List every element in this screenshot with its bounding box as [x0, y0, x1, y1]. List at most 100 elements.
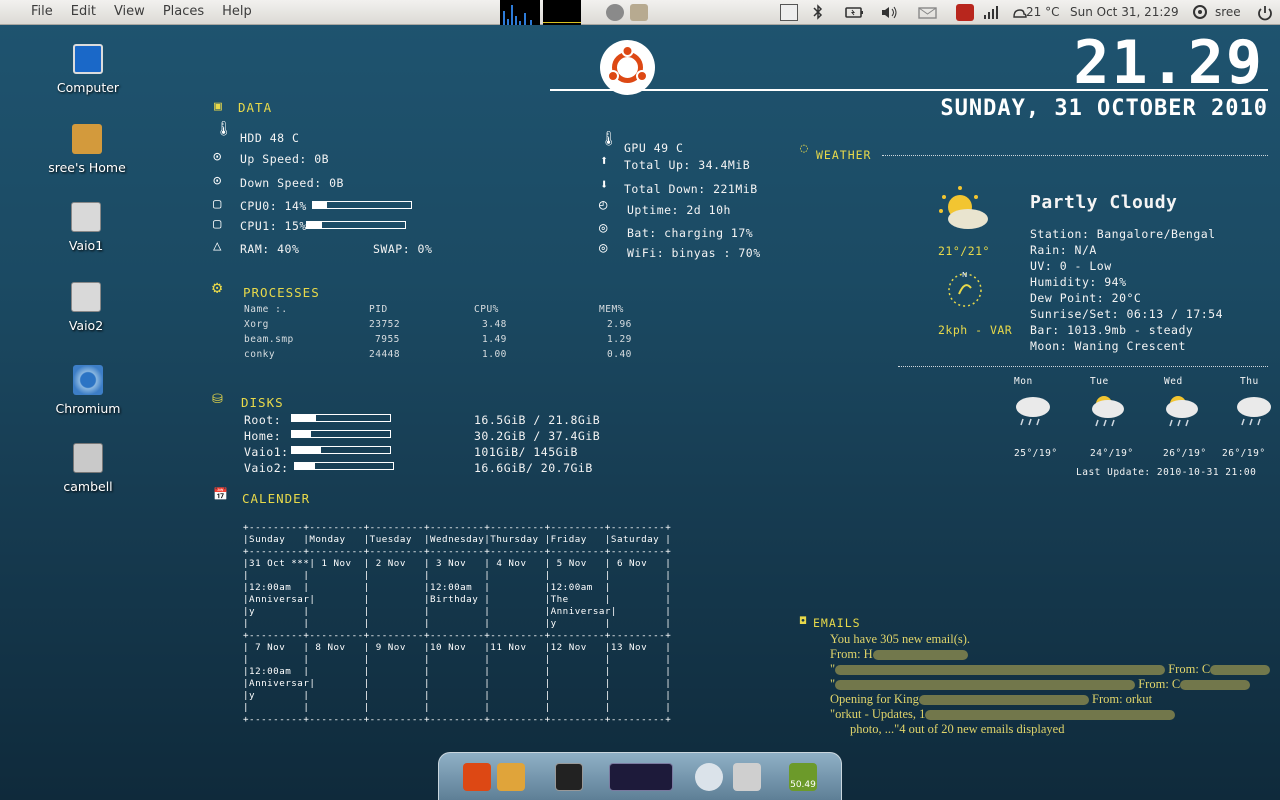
- desktop-icon-label: cambell: [63, 479, 113, 494]
- disk-value-vaio2: 16.6GiB/ 20.7GiB: [474, 461, 593, 475]
- process-header-mem: MEM%: [599, 304, 624, 315]
- email-line: From: H: [830, 647, 968, 662]
- menu-view[interactable]: View: [105, 4, 154, 19]
- chromium-icon: [73, 365, 103, 395]
- data-section-icon: ▣: [214, 99, 223, 114]
- download-icon: ⊙: [213, 173, 222, 189]
- ram-icon: △: [213, 238, 222, 254]
- cpu1-usage: CPU1: 15%: [240, 219, 307, 233]
- total-up: Total Up: 34.4MiB: [624, 158, 751, 172]
- process-row-mem: 0.40: [607, 349, 632, 360]
- disk-bar-home: [291, 430, 391, 438]
- total-up-arrow-icon: ⬆: [600, 153, 609, 169]
- menu-help[interactable]: Help: [213, 4, 261, 19]
- weather-section-title: WEATHER: [816, 148, 872, 162]
- power-icon[interactable]: [1256, 4, 1274, 21]
- gpu-temp: GPU 49 C: [624, 141, 684, 155]
- weather-section-icon: ◌: [800, 141, 809, 156]
- email-summary: You have 305 new email(s).: [830, 632, 971, 646]
- battery-status: Bat: charging 17%: [627, 226, 754, 240]
- home-folder-icon[interactable]: [497, 763, 525, 791]
- desktop-icon-vaio2[interactable]: Vaio2: [36, 282, 136, 333]
- workspace-switcher[interactable]: [609, 763, 673, 791]
- drive-link-icon: [73, 443, 103, 473]
- disk-label-home: Home:: [244, 429, 282, 443]
- tray-clock[interactable]: Sun Oct 31, 21:29: [1070, 5, 1179, 19]
- tray-temperature[interactable]: 21 °C: [1026, 5, 1059, 19]
- wifi-icon: ◎: [599, 240, 608, 256]
- system-load-icon[interactable]: 50.49: [789, 763, 817, 791]
- network-monitor-graph[interactable]: [500, 0, 540, 25]
- update-notifier-icon[interactable]: [780, 4, 798, 21]
- forecast-temps: 24°/19°: [1090, 448, 1134, 459]
- weather-detail: Moon: Waning Crescent: [1030, 339, 1186, 353]
- partly-cloudy-icon: [938, 185, 992, 238]
- clock-divider: [550, 89, 1268, 91]
- disks-icon: ⛁: [212, 392, 224, 407]
- desktop-icon-cambell[interactable]: cambell: [38, 443, 138, 494]
- process-row-name: conky: [244, 349, 276, 360]
- cpu0-icon: ▢: [213, 196, 222, 212]
- menu-file[interactable]: File: [22, 4, 62, 19]
- mail-icon[interactable]: [918, 4, 937, 21]
- sun-rain-cloud-icon: [1086, 392, 1126, 431]
- weather-detail: Bar: 1013.9mb - steady: [1030, 323, 1194, 337]
- disk-bar-root: [291, 414, 391, 422]
- tray-user-name[interactable]: sree: [1215, 5, 1241, 19]
- trash-icon[interactable]: [733, 763, 761, 791]
- forecast-divider: [898, 366, 1268, 367]
- weather-detail: Station: Bangalore/Bengal: [1030, 227, 1216, 241]
- terminal-icon[interactable]: [555, 763, 583, 791]
- rain-cloud-icon: [1234, 392, 1274, 431]
- process-row-cpu: 3.48: [482, 319, 507, 330]
- process-row-cpu: 1.00: [482, 349, 507, 360]
- ubuntu-menu-icon[interactable]: [463, 763, 491, 791]
- conky-clock-time: 21.29: [1073, 28, 1264, 98]
- sun-rain-cloud-icon: [1160, 392, 1200, 431]
- forecast-temps: 26°/19°: [1222, 448, 1266, 459]
- desktop-icon-chromium[interactable]: Chromium: [38, 365, 138, 416]
- desktop-icon-label: Computer: [56, 80, 120, 95]
- gpu-thermometer-icon: 🌡: [600, 131, 619, 147]
- ram-usage: RAM: 40%: [240, 242, 300, 256]
- process-row-pid: 23752: [369, 319, 401, 330]
- battery-icon[interactable]: [844, 4, 863, 21]
- signal-strength-icon[interactable]: [982, 4, 1000, 21]
- cpu-monitor-graph[interactable]: [543, 0, 581, 25]
- menu-places[interactable]: Places: [154, 4, 213, 19]
- weather-condition: Partly Cloudy: [1030, 192, 1178, 213]
- menu-edit[interactable]: Edit: [62, 4, 105, 19]
- hdd-temp: HDD 48 C: [240, 131, 300, 145]
- calendar-icon: 📅: [213, 487, 229, 501]
- volume-icon[interactable]: [880, 4, 898, 21]
- total-down-arrow-icon: ⬇: [600, 177, 609, 193]
- weather-dock-icon[interactable]: [695, 763, 723, 791]
- top-panel: File Edit View Places Help 21 °C Sun Oct…: [0, 0, 1280, 25]
- emails-section-title: EMAILS: [813, 616, 861, 630]
- total-down: Total Down: 221MiB: [624, 182, 758, 196]
- lastfm-icon[interactable]: [956, 4, 974, 21]
- forecast-day: Mon: [1014, 376, 1033, 387]
- screenshot-applet-icon[interactable]: [606, 4, 624, 21]
- weather-detail: Dew Point: 20°C: [1030, 291, 1142, 305]
- desktop-icon-vaio1[interactable]: Vaio1: [36, 202, 136, 253]
- user-icon[interactable]: [1192, 4, 1210, 21]
- process-header-name: Name :.: [244, 304, 288, 315]
- disk-label-vaio2: Vaio2:: [244, 461, 289, 475]
- desktop-icon-label: Chromium: [55, 401, 121, 416]
- disks-section-title: DISKS: [241, 395, 284, 410]
- ubuntu-logo: [600, 40, 655, 95]
- battery-status-icon: ◎: [599, 220, 608, 236]
- notes-applet-icon[interactable]: [630, 4, 648, 21]
- forecast-day: Wed: [1164, 376, 1183, 387]
- forecast-day: Tue: [1090, 376, 1109, 387]
- desktop-icon-computer[interactable]: Computer: [38, 44, 138, 95]
- cpu1-bar: [306, 221, 406, 229]
- processes-section-title: PROCESSES: [243, 285, 320, 300]
- cpu0-bar: [312, 201, 412, 209]
- bluetooth-icon[interactable]: [809, 4, 827, 21]
- weather-wind: 2kph - VAR: [938, 323, 1013, 337]
- desktop-icon-home[interactable]: sree's Home: [37, 124, 137, 175]
- desktop-icon-label: sree's Home: [48, 160, 126, 175]
- weather-last-update: Last Update: 2010-10-31 21:00: [1076, 467, 1257, 478]
